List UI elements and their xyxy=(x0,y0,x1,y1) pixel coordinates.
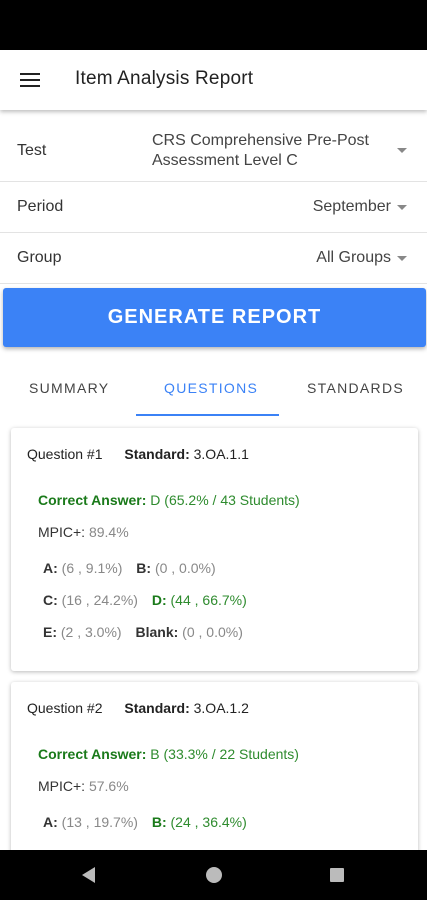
recent-apps-square-icon[interactable] xyxy=(330,868,344,882)
report-filters: Test CRS Comprehensive Pre-Post Assessme… xyxy=(0,118,427,284)
test-select[interactable]: CRS Comprehensive Pre-Post Assessment Le… xyxy=(152,131,369,171)
question-card: Question #2 Standard: 3.OA.1.2 Correct A… xyxy=(11,682,418,850)
mpic-value: 89.4% xyxy=(88,524,129,540)
group-filter-row[interactable]: Group All Groups xyxy=(0,233,427,284)
report-tabs: SUMMARY QUESTIONS STANDARDS xyxy=(0,368,427,418)
option-a: A: (13 , 19.7%) xyxy=(43,814,138,830)
question-header: Question #1 Standard: 3.OA.1.1 xyxy=(27,446,249,462)
tab-questions[interactable]: QUESTIONS xyxy=(164,380,258,396)
option-row: A: (6 , 9.1%) B: (0 , 0.0%) xyxy=(43,560,226,576)
standard-label: Standard: xyxy=(124,446,190,462)
option-b-correct: B: (24 , 36.4%) xyxy=(151,814,247,830)
correct-answer-label: Correct Answer: xyxy=(38,746,147,762)
group-dropdown-caret-icon xyxy=(397,255,407,261)
tab-standards[interactable]: STANDARDS xyxy=(307,380,404,396)
standard-label: Standard: xyxy=(124,700,190,716)
correct-answer-label: Correct Answer: xyxy=(38,492,147,508)
group-value: All Groups xyxy=(316,249,391,266)
standard-value: 3.OA.1.2 xyxy=(193,700,249,716)
option-b: B: (0 , 0.0%) xyxy=(136,560,216,576)
option-row: A: (13 , 19.7%) B: (24 , 36.4%) xyxy=(43,814,257,830)
option-row: E: (2 , 3.0%) Blank: (0 , 0.0%) xyxy=(43,624,253,640)
standard-value: 3.OA.1.1 xyxy=(193,446,249,462)
question-title: Question #2 xyxy=(27,700,103,716)
correct-answer-value: B (33.3% / 22 Students) xyxy=(150,746,299,762)
app-screen: Item Analysis Report Test CRS Comprehens… xyxy=(0,50,427,850)
correct-answer-row: Correct Answer: D (65.2% / 43 Students) xyxy=(38,492,300,508)
option-c: C: (16 , 24.2%) xyxy=(43,592,138,608)
period-dropdown-caret-icon xyxy=(397,204,407,210)
generate-report-button[interactable]: GENERATE REPORT xyxy=(3,288,426,347)
period-value: September xyxy=(312,198,391,215)
mpic-label: MPIC+: xyxy=(38,524,86,540)
mpic-row: MPIC+: 57.6% xyxy=(38,778,129,794)
mpic-value: 57.6% xyxy=(88,778,129,794)
active-tab-indicator xyxy=(136,414,279,416)
period-select[interactable]: September xyxy=(313,198,407,216)
test-dropdown-caret-icon[interactable] xyxy=(397,148,407,153)
option-a: A: (6 , 9.1%) xyxy=(43,560,123,576)
mpic-label: MPIC+: xyxy=(38,778,86,794)
hamburger-menu-icon[interactable] xyxy=(10,64,50,96)
question-header: Question #2 Standard: 3.OA.1.2 xyxy=(27,700,249,716)
test-value-line1: CRS Comprehensive Pre-Post xyxy=(152,132,369,149)
app-bar: Item Analysis Report xyxy=(0,50,427,110)
question-title: Question #1 xyxy=(27,446,103,462)
mpic-row: MPIC+: 89.4% xyxy=(38,524,129,540)
correct-answer-value: D (65.2% / 43 Students) xyxy=(150,492,300,508)
period-filter-row[interactable]: Period September xyxy=(0,182,427,233)
system-nav-bar xyxy=(0,850,427,900)
question-card: Question #1 Standard: 3.OA.1.1 Correct A… xyxy=(11,428,418,671)
test-label: Test xyxy=(17,142,47,159)
status-bar xyxy=(0,0,427,50)
home-circle-icon[interactable] xyxy=(206,867,222,883)
test-filter-row[interactable]: Test CRS Comprehensive Pre-Post Assessme… xyxy=(0,118,427,182)
test-value-line2: Assessment Level C xyxy=(152,152,298,169)
option-blank: Blank: (0 , 0.0%) xyxy=(135,624,243,640)
tab-summary[interactable]: SUMMARY xyxy=(29,380,109,396)
period-label: Period xyxy=(17,198,64,215)
option-e: E: (2 , 3.0%) xyxy=(43,624,122,640)
group-label: Group xyxy=(17,249,62,266)
back-triangle-icon[interactable] xyxy=(82,867,95,883)
correct-answer-row: Correct Answer: B (33.3% / 22 Students) xyxy=(38,746,299,762)
option-d-correct: D: (44 , 66.7%) xyxy=(151,592,247,608)
option-row: C: (16 , 24.2%) D: (44 , 66.7%) xyxy=(43,592,257,608)
group-select[interactable]: All Groups xyxy=(316,249,407,267)
page-title: Item Analysis Report xyxy=(75,68,254,89)
